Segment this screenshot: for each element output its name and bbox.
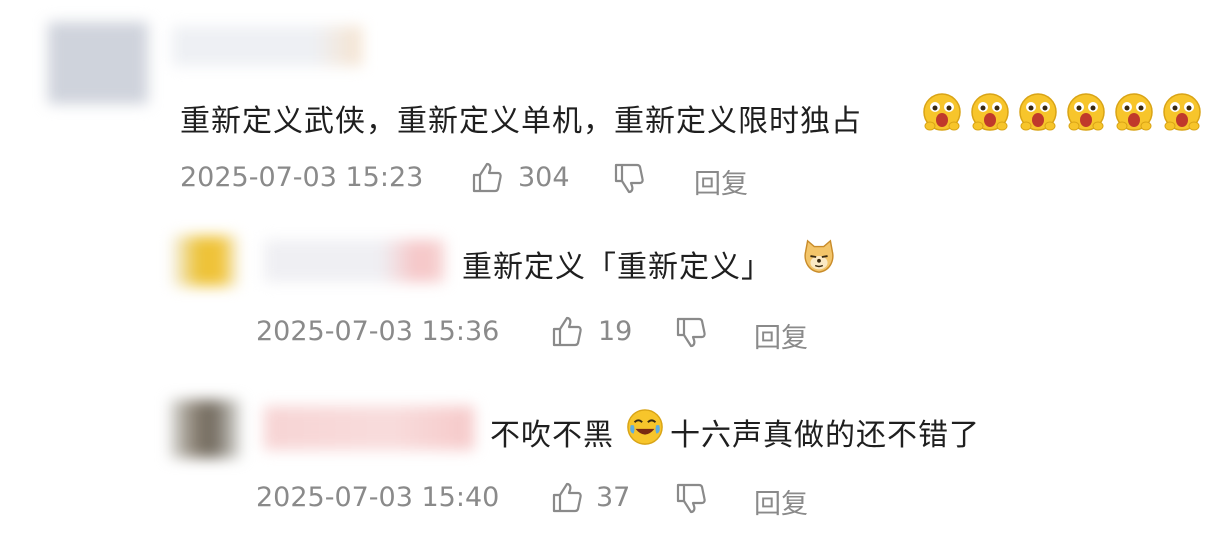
emoji-row	[922, 90, 1212, 138]
wow-face-emoji	[971, 93, 1009, 131]
like-count: 37	[596, 482, 631, 513]
doge-emoji	[804, 239, 834, 273]
reply-button[interactable]: 回复	[754, 482, 808, 521]
reply-text-part-a: 不吹不黑	[490, 418, 614, 453]
wow-face-emoji	[1067, 93, 1105, 131]
thumbs-up-icon[interactable]	[550, 480, 584, 514]
thumbs-down-icon[interactable]	[612, 162, 646, 196]
avatar[interactable]	[48, 22, 148, 104]
username-redacted[interactable]	[264, 240, 444, 282]
wow-face-emoji	[923, 93, 961, 131]
thumbs-up-icon[interactable]	[550, 314, 584, 348]
wow-face-emoji	[1019, 93, 1057, 131]
username-redacted[interactable]	[172, 26, 362, 66]
reply-timestamp: 2025-07-03 15:40	[256, 482, 500, 513]
avatar[interactable]	[172, 236, 238, 286]
username-redacted[interactable]	[264, 406, 474, 450]
reply-button[interactable]: 回复	[694, 162, 748, 201]
wow-face-emoji	[1115, 93, 1153, 131]
like-count: 19	[598, 316, 633, 347]
wow-face-emoji	[1163, 93, 1201, 131]
reply-text: 重新定义「重新定义」	[462, 250, 772, 285]
reply-text-part-b: 十六声真做的还不错了	[670, 418, 980, 453]
avatar[interactable]	[170, 400, 240, 458]
thumbs-down-icon[interactable]	[674, 482, 708, 516]
thumbs-up-icon[interactable]	[470, 160, 504, 194]
comment-text: 重新定义武侠，重新定义单机，重新定义限时独占	[180, 104, 862, 139]
reply-timestamp: 2025-07-03 15:36	[256, 316, 500, 347]
reply-button[interactable]: 回复	[754, 316, 808, 355]
comment-timestamp: 2025-07-03 15:23	[180, 162, 424, 193]
thumbs-down-icon[interactable]	[674, 316, 708, 350]
like-count: 304	[518, 162, 570, 193]
laughing-cry-emoji	[627, 409, 663, 445]
